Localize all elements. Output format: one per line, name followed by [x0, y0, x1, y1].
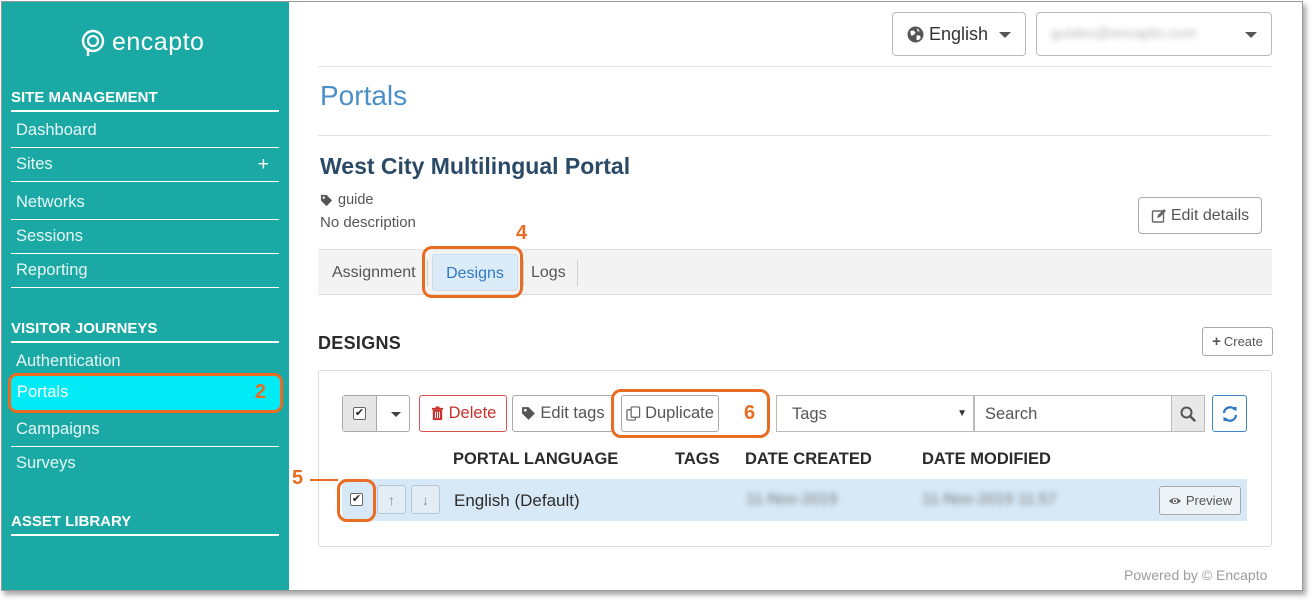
chevron-down-icon	[999, 32, 1011, 38]
move-up-button[interactable]: ↑	[377, 485, 406, 514]
tags-filter-select[interactable]: Tags ▼	[776, 395, 974, 432]
column-header-language[interactable]: PORTAL LANGUAGE	[453, 450, 618, 469]
sidebar-item-portals[interactable]: Portals 2	[8, 373, 283, 413]
arrow-down-icon: ↓	[422, 491, 429, 508]
refresh-button[interactable]	[1212, 395, 1247, 432]
select-all-group[interactable]: ✔	[342, 395, 410, 432]
page-title: Portals	[320, 80, 408, 111]
designs-heading: DESIGNS	[318, 333, 402, 353]
sidebar-section-asset-library[interactable]: ASSET LIBRARY	[11, 513, 279, 536]
delete-button[interactable]: Delete	[419, 395, 507, 432]
tags-filter-label: Tags	[792, 405, 827, 423]
sidebar-item-surveys[interactable]: Surveys	[11, 447, 279, 481]
annotation-number-6: 6	[744, 402, 756, 424]
globe-icon	[907, 26, 924, 42]
app-window: encapto SITE MANAGEMENT Dashboard Sites …	[1, 1, 1303, 591]
divider	[318, 66, 1271, 67]
column-header-date-modified[interactable]: DATE MODIFIED	[922, 450, 1051, 469]
row-date-modified: 11-Nov-2019 11:57	[922, 491, 1057, 508]
user-menu-dropdown[interactable]: guides@encapto.com	[1036, 12, 1272, 56]
logo[interactable]: encapto	[80, 28, 204, 57]
move-down-button[interactable]: ↓	[411, 485, 440, 514]
refresh-icon	[1222, 405, 1237, 422]
select-all-checkbox[interactable]: ✔	[353, 407, 366, 420]
annotation-highlight	[422, 246, 523, 298]
select-arrow-icon: ▼	[957, 408, 967, 419]
encapto-logo-icon	[81, 29, 105, 56]
edit-tags-button[interactable]: Edit tags	[512, 395, 614, 432]
sidebar: encapto SITE MANAGEMENT Dashboard Sites …	[2, 2, 289, 590]
column-header-tags[interactable]: TAGS	[675, 450, 720, 469]
table-row[interactable]: ✔ ↑ ↓ English (Default) 11-Nov-2019 11-N…	[342, 479, 1247, 521]
annotation-number-2: 2	[254, 381, 266, 403]
column-header-date-created[interactable]: DATE CREATED	[745, 450, 872, 469]
main-content: English guides@encapto.com Portals West …	[289, 2, 1302, 590]
row-date-created: 11-Nov-2019	[746, 491, 838, 508]
sidebar-item-dashboard[interactable]: Dashboard	[11, 114, 279, 148]
edit-tags-label: Edit tags	[540, 404, 605, 422]
language-dropdown[interactable]: English	[892, 12, 1026, 56]
footer-powered-by: Powered by © Encapto	[1124, 567, 1268, 583]
sidebar-item-campaigns[interactable]: Campaigns	[11, 413, 279, 447]
sidebar-item-reporting[interactable]: Reporting	[11, 254, 279, 288]
user-email: guides@encapto.com	[1051, 25, 1197, 42]
tag-icon	[320, 194, 333, 206]
create-label: Create	[1223, 334, 1263, 349]
tag-label: guide	[338, 192, 374, 208]
sidebar-section-visitor-journeys: VISITOR JOURNEYS	[11, 320, 279, 343]
tag-icon	[522, 407, 536, 420]
chevron-down-icon[interactable]	[391, 412, 401, 417]
sidebar-item-networks[interactable]: Networks	[11, 186, 279, 220]
sidebar-item-sites[interactable]: Sites +	[11, 148, 279, 182]
arrow-up-icon: ↑	[388, 491, 395, 508]
annotation-leader-line	[310, 479, 338, 481]
portal-description: No description	[320, 214, 416, 231]
preview-label: Preview	[1185, 493, 1233, 508]
select-all-checkbox-wrap[interactable]: ✔	[343, 396, 377, 431]
tab-assignment[interactable]: Assignment	[332, 250, 416, 295]
portal-name: West City Multilingual Portal	[320, 153, 631, 179]
tab-separator	[577, 260, 578, 286]
tab-separator	[523, 260, 524, 286]
edit-details-label: Edit details	[1170, 206, 1250, 224]
annotation-number-4: 4	[516, 222, 528, 244]
expand-plus-icon[interactable]: +	[258, 148, 269, 181]
divider	[318, 135, 1271, 136]
tab-logs[interactable]: Logs	[531, 250, 566, 295]
search-button[interactable]	[1171, 395, 1205, 432]
search-icon	[1180, 406, 1196, 422]
sidebar-item-sessions[interactable]: Sessions	[11, 220, 279, 254]
plus-icon: +	[1212, 333, 1221, 350]
annotation-highlight	[337, 479, 376, 522]
eye-icon	[1168, 497, 1181, 504]
sidebar-item-label: Portals	[17, 383, 69, 401]
create-button[interactable]: + Create	[1202, 327, 1273, 356]
trash-icon	[431, 406, 443, 421]
row-language[interactable]: English (Default)	[454, 491, 580, 511]
search-input[interactable]: Search	[974, 395, 1172, 432]
sidebar-item-label: Sites	[16, 155, 53, 173]
delete-label: Delete	[448, 404, 497, 422]
logo-text: encapto	[112, 28, 205, 56]
preview-button[interactable]: Preview	[1159, 486, 1241, 515]
edit-details-button[interactable]: Edit details	[1138, 197, 1262, 234]
annotation-number-5: 5	[292, 467, 304, 489]
portal-tag[interactable]: guide	[320, 192, 373, 208]
sidebar-section-site-management: SITE MANAGEMENT	[11, 89, 279, 112]
chevron-down-icon	[1245, 32, 1257, 38]
edit-icon	[1151, 208, 1166, 223]
language-label: English	[929, 23, 989, 44]
